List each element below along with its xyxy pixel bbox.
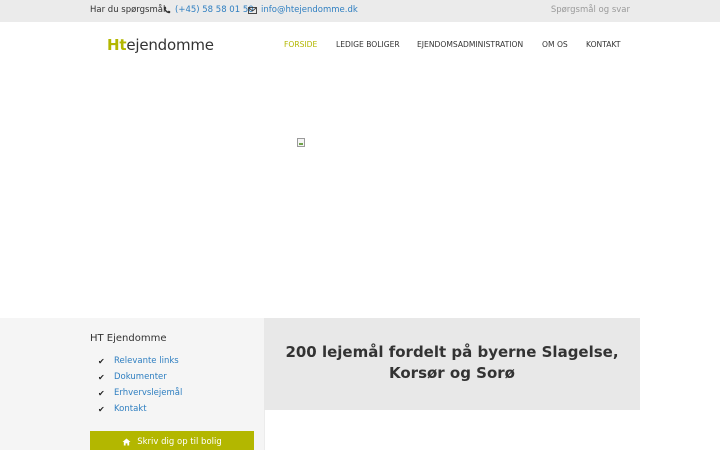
logo-wordmark: ejendomme: [126, 36, 214, 54]
logo-mark: Ht: [107, 36, 127, 54]
broken-image-icon: [297, 138, 305, 147]
checkmark-icon: ✔: [98, 404, 105, 414]
sidebar-title: HT Ejendomme: [90, 333, 167, 344]
signup-button-label: Skriv dig op til bolig: [137, 437, 222, 447]
nav-item-forside[interactable]: FORSIDE: [284, 40, 317, 49]
home-icon: [122, 438, 131, 446]
sidebar-item-erhvervslejemaal[interactable]: ✔ Erhvervslejemål: [98, 385, 182, 401]
nav-item-kontakt[interactable]: KONTAKT: [586, 40, 621, 49]
intro-headline: 200 lejemål fordelt på byerne Slagelse, …: [285, 343, 619, 382]
checkmark-icon: ✔: [98, 388, 105, 398]
phone-number: (+45) 58 58 01 50: [175, 5, 254, 15]
nav-item-ejendomsadministration[interactable]: EJENDOMSADMINISTRATION: [417, 40, 523, 49]
sidebar-link-label[interactable]: Erhvervslejemål: [114, 388, 182, 398]
contact-lead-text: Har du spørgsmål: [90, 5, 166, 15]
site-header: Ht ejendomme FORSIDE LEDIGE BOLIGER EJEND…: [0, 22, 720, 68]
top-bar: Har du spørgsmål (+45) 58 58 01 50 info@…: [0, 0, 720, 22]
site-logo[interactable]: Ht ejendomme: [107, 36, 214, 54]
checkmark-icon: ✔: [98, 372, 105, 382]
phone-icon: [163, 6, 171, 14]
hero-banner: [0, 68, 720, 318]
sidebar-link-label[interactable]: Relevante links: [114, 356, 179, 366]
sidebar-links: ✔ Relevante links ✔ Dokumenter ✔ Erhverv…: [98, 353, 182, 417]
sidebar-link-label[interactable]: Kontakt: [114, 404, 147, 414]
sidebar: HT Ejendomme ✔ Relevante links ✔ Dokumen…: [0, 318, 264, 450]
envelope-icon: [248, 6, 257, 14]
faq-link[interactable]: Spørgsmål og svar: [551, 5, 630, 15]
sidebar-item-kontakt[interactable]: ✔ Kontakt: [98, 401, 182, 417]
nav-item-ledige-boliger[interactable]: LEDIGE BOLIGER: [336, 40, 400, 49]
intro-panel: 200 lejemål fordelt på byerne Slagelse, …: [264, 318, 640, 410]
checkmark-icon: ✔: [98, 356, 105, 366]
sidebar-item-dokumenter[interactable]: ✔ Dokumenter: [98, 369, 182, 385]
phone-link[interactable]: (+45) 58 58 01 50: [163, 5, 254, 15]
nav-item-om-os[interactable]: OM OS: [542, 40, 568, 49]
email-address: info@htejendomme.dk: [261, 5, 358, 15]
signup-for-housing-button[interactable]: Skriv dig op til bolig: [90, 431, 254, 450]
content-area: [264, 410, 640, 450]
sidebar-item-relevante-links[interactable]: ✔ Relevante links: [98, 353, 182, 369]
email-link[interactable]: info@htejendomme.dk: [248, 5, 358, 15]
sidebar-link-label[interactable]: Dokumenter: [114, 372, 167, 382]
